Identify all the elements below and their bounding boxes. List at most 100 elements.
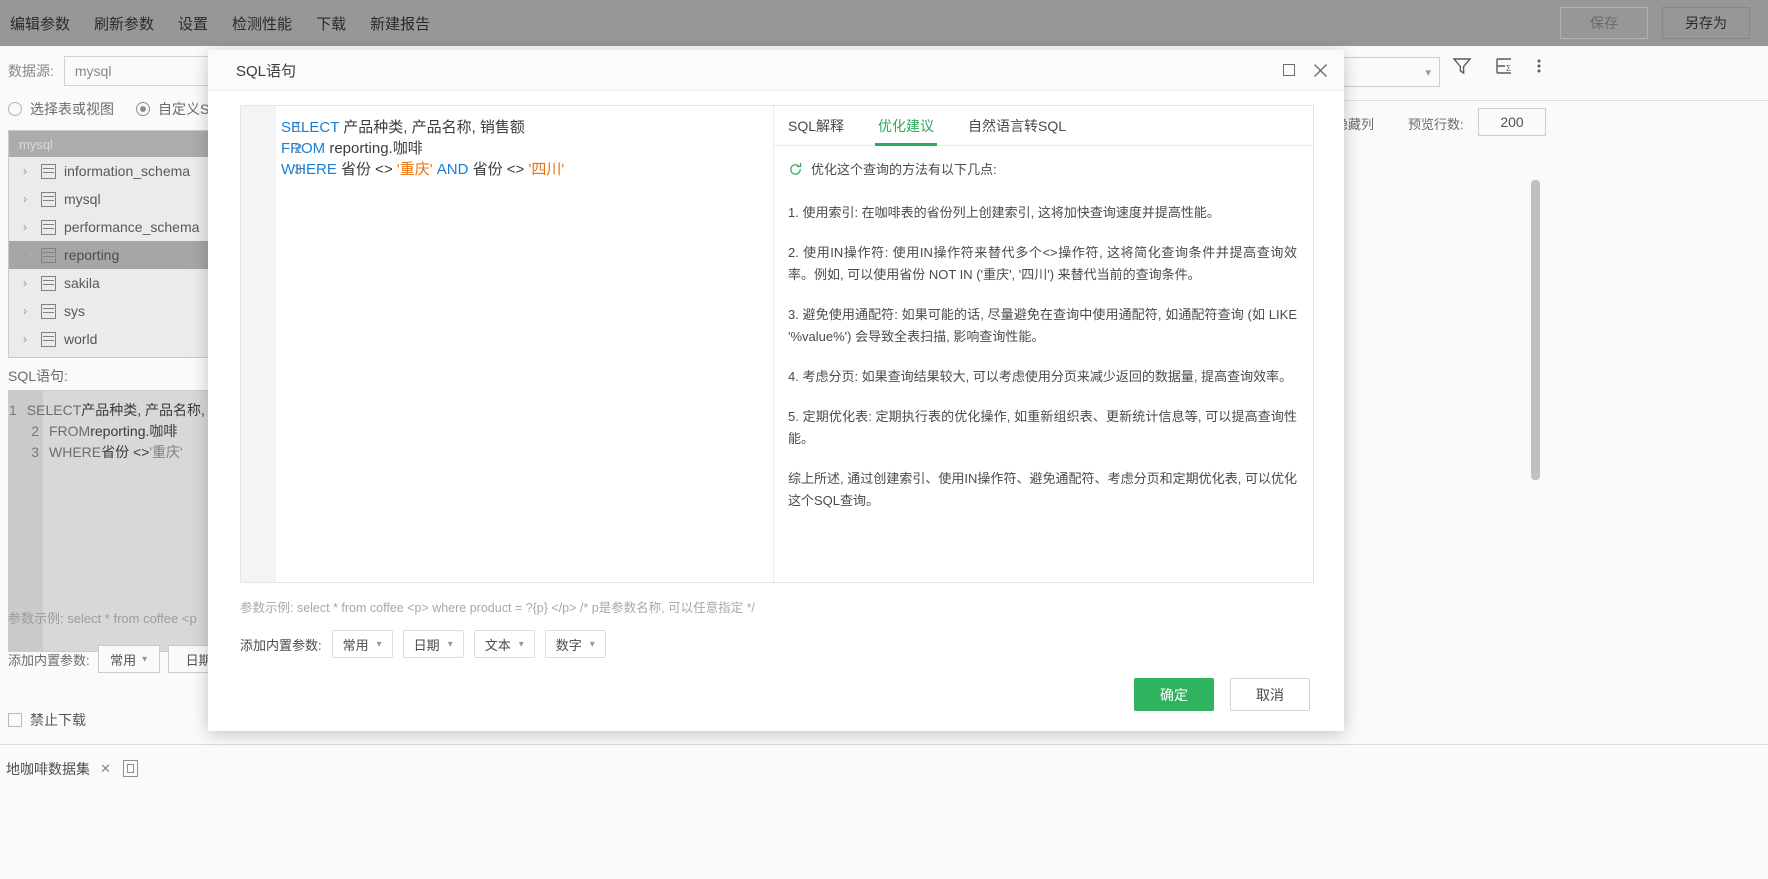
menu-item-download[interactable]: 下载 (316, 13, 346, 34)
chevron-down-icon: ▾ (376, 638, 382, 650)
preview-rows-input[interactable]: 200 (1478, 108, 1546, 136)
close-icon[interactable] (1313, 63, 1328, 78)
svg-text:Σ: Σ (1506, 64, 1511, 73)
preview-rows-label: 预览行数: (1408, 117, 1464, 132)
cancel-button[interactable]: 取消 (1230, 678, 1310, 712)
database-icon (41, 303, 56, 319)
database-icon (41, 191, 56, 207)
tab-nl-to-sql[interactable]: 自然语言转SQL (968, 106, 1066, 146)
line-number: 1 (294, 118, 302, 135)
param-button-label: 常用 (110, 652, 137, 668)
dialog-footer: 确定 取消 (208, 658, 1344, 731)
more-options-icon[interactable] (1536, 56, 1542, 76)
chevron-down-icon: ▾ (142, 653, 148, 665)
chevron-right-icon[interactable]: › (23, 164, 33, 178)
database-tree: mysql › information_schema › mysql › per… (8, 130, 230, 358)
advice-item: 4. 考虑分页: 如果查询结果较大, 可以考虑使用分页来减少返回的数据量, 提高… (788, 369, 1293, 385)
chevron-down-icon: ▾ (589, 638, 595, 650)
sql-editor[interactable]: 1 SELECT 产品种类, 产品名称, 销售额 2 FROM reportin… (241, 106, 774, 583)
confirm-button[interactable]: 确定 (1134, 678, 1214, 712)
tree-item-label: sys (64, 303, 85, 319)
save-button[interactable]: 保存 (1560, 7, 1648, 39)
editor-code-area[interactable]: 1 SELECT 产品种类, 产品名称, 销售额 2 FROM reportin… (276, 106, 773, 582)
dataset-tab-label: 地咖啡数据集 (6, 760, 90, 777)
chevron-right-icon[interactable]: › (23, 192, 33, 206)
chevron-right-icon[interactable]: › (23, 220, 33, 234)
sql-keyword: SELECT (26, 401, 82, 418)
menu-item-edit-params[interactable]: 编辑参数 (10, 13, 70, 34)
advice-summary: 综上所述, 通过创建索引、使用IN操作符、避免通配符、考虑分页和定期优化表, 可… (788, 471, 1297, 509)
close-icon[interactable]: ✕ (100, 761, 111, 777)
tree-item-mysql[interactable]: › mysql (9, 185, 229, 213)
code-line: 3 WHERE 省份 <> '重庆' AND 省份 <> '四川' (276, 158, 773, 179)
editor-gutter (241, 106, 276, 583)
assistant-panel: SQL解释 优化建议 自然语言转SQL 优化这个查询的方法有以下几点: 1. 使… (774, 106, 1313, 582)
sql-text: 省份 <> (468, 161, 529, 179)
background-code-line: 2 FROM reporting.咖啡 (9, 420, 229, 441)
advice-item: 1. 使用索引: 在咖啡表的省份列上创建索引, 这将加快查询速度并提高性能。 (788, 205, 1220, 221)
background-param-hint: 参数示例: select * from coffee <p (8, 611, 197, 626)
refresh-icon[interactable] (788, 162, 803, 182)
no-download-checkbox[interactable] (8, 713, 22, 727)
tree-item-performance-schema[interactable]: › performance_schema (9, 213, 229, 241)
advice-intro-text: 优化这个查询的方法有以下几点: (811, 162, 997, 178)
line-number: 2 (294, 139, 302, 156)
chevron-right-icon[interactable]: › (23, 304, 33, 318)
sql-keyword: WHERE (49, 443, 102, 460)
menu-item-check-performance[interactable]: 检测性能 (232, 13, 292, 34)
summary-icon[interactable]: Σ (1494, 56, 1514, 76)
sql-text: reporting.咖啡 (325, 140, 423, 158)
menu-item-new-report[interactable]: 新建报告 (370, 13, 430, 34)
tree-item-label: performance_schema (64, 219, 200, 235)
param-dropdown-number[interactable]: 数字 ▾ (544, 630, 606, 659)
database-icon (41, 163, 56, 179)
chevron-down-icon: ▾ (447, 638, 453, 650)
param-dropdown-label: 日期 (413, 637, 440, 653)
background-param-row: 添加内置参数: 常用 ▾ 日期 (8, 645, 230, 673)
no-download-label: 禁止下载 (30, 712, 86, 728)
tree-item-label: mysql (64, 191, 101, 207)
tree-item-sys[interactable]: › sys (9, 297, 229, 325)
chevron-down-icon: ▾ (1425, 66, 1431, 79)
filter-icon[interactable] (1452, 56, 1472, 76)
database-icon (41, 275, 56, 291)
dialog-param-label: 添加内置参数: (240, 637, 322, 653)
line-number: 3 (31, 443, 39, 460)
tab-sql-explain[interactable]: SQL解释 (788, 106, 844, 146)
background-param-common[interactable]: 常用 ▾ (97, 645, 160, 673)
param-dropdown-text[interactable]: 文本 ▾ (473, 630, 535, 659)
tree-item-sakila[interactable]: › sakila (9, 269, 229, 297)
sql-text: 产品种类, 产品名称, 销售额 (339, 119, 525, 137)
dialog-title: SQL语句 (236, 62, 297, 80)
radio-custom-sql[interactable] (136, 102, 150, 116)
panel-divider (1344, 100, 1768, 101)
menu-item-refresh-params[interactable]: 刷新参数 (94, 13, 154, 34)
save-as-button[interactable]: 另存为 (1662, 7, 1750, 39)
param-dropdown-common[interactable]: 常用 ▾ (331, 630, 393, 659)
background-code-line: 1 SELECT 产品种类, 产品名称, 销售额 (9, 399, 251, 420)
menu-item-settings[interactable]: 设置 (178, 13, 208, 34)
chevron-right-icon[interactable]: › (23, 332, 33, 346)
dialog-header: SQL语句 (208, 50, 1344, 92)
tree-item-world[interactable]: › world (9, 325, 229, 353)
vertical-scrollbar[interactable] (1531, 180, 1540, 480)
param-dropdown-date[interactable]: 日期 ▾ (402, 630, 464, 659)
sql-text: reporting.咖啡 (90, 422, 178, 439)
radio-select-table[interactable] (8, 102, 22, 116)
tree-item-label: information_schema (64, 163, 191, 179)
advice-item: 2. 使用IN操作符: 使用IN操作符来替代多个<>操作符, 这将简化查询条件并… (788, 245, 1297, 283)
duplicate-icon[interactable] (122, 760, 138, 777)
chevron-down-icon: ▾ (518, 638, 524, 650)
background-code-line: 3 WHERE 省份 <> '重庆' (9, 441, 229, 462)
sql-keyword: AND (432, 161, 469, 179)
tab-optimization-advice[interactable]: 优化建议 (875, 106, 938, 146)
tree-item-reporting[interactable]: › reporting (9, 241, 229, 269)
chevron-right-icon[interactable]: › (23, 276, 33, 290)
advice-content: 优化这个查询的方法有以下几点: 1. 使用索引: 在咖啡表的省份列上创建索引, … (774, 146, 1313, 582)
dataset-tab[interactable]: 地咖啡数据集 ✕ (6, 759, 111, 779)
maximize-icon[interactable] (1283, 64, 1295, 77)
chevron-right-icon[interactable]: › (23, 248, 33, 262)
param-dropdown-label: 数字 (555, 637, 582, 653)
tree-item-information-schema[interactable]: › information_schema (9, 157, 229, 185)
line-number: 2 (31, 422, 39, 439)
